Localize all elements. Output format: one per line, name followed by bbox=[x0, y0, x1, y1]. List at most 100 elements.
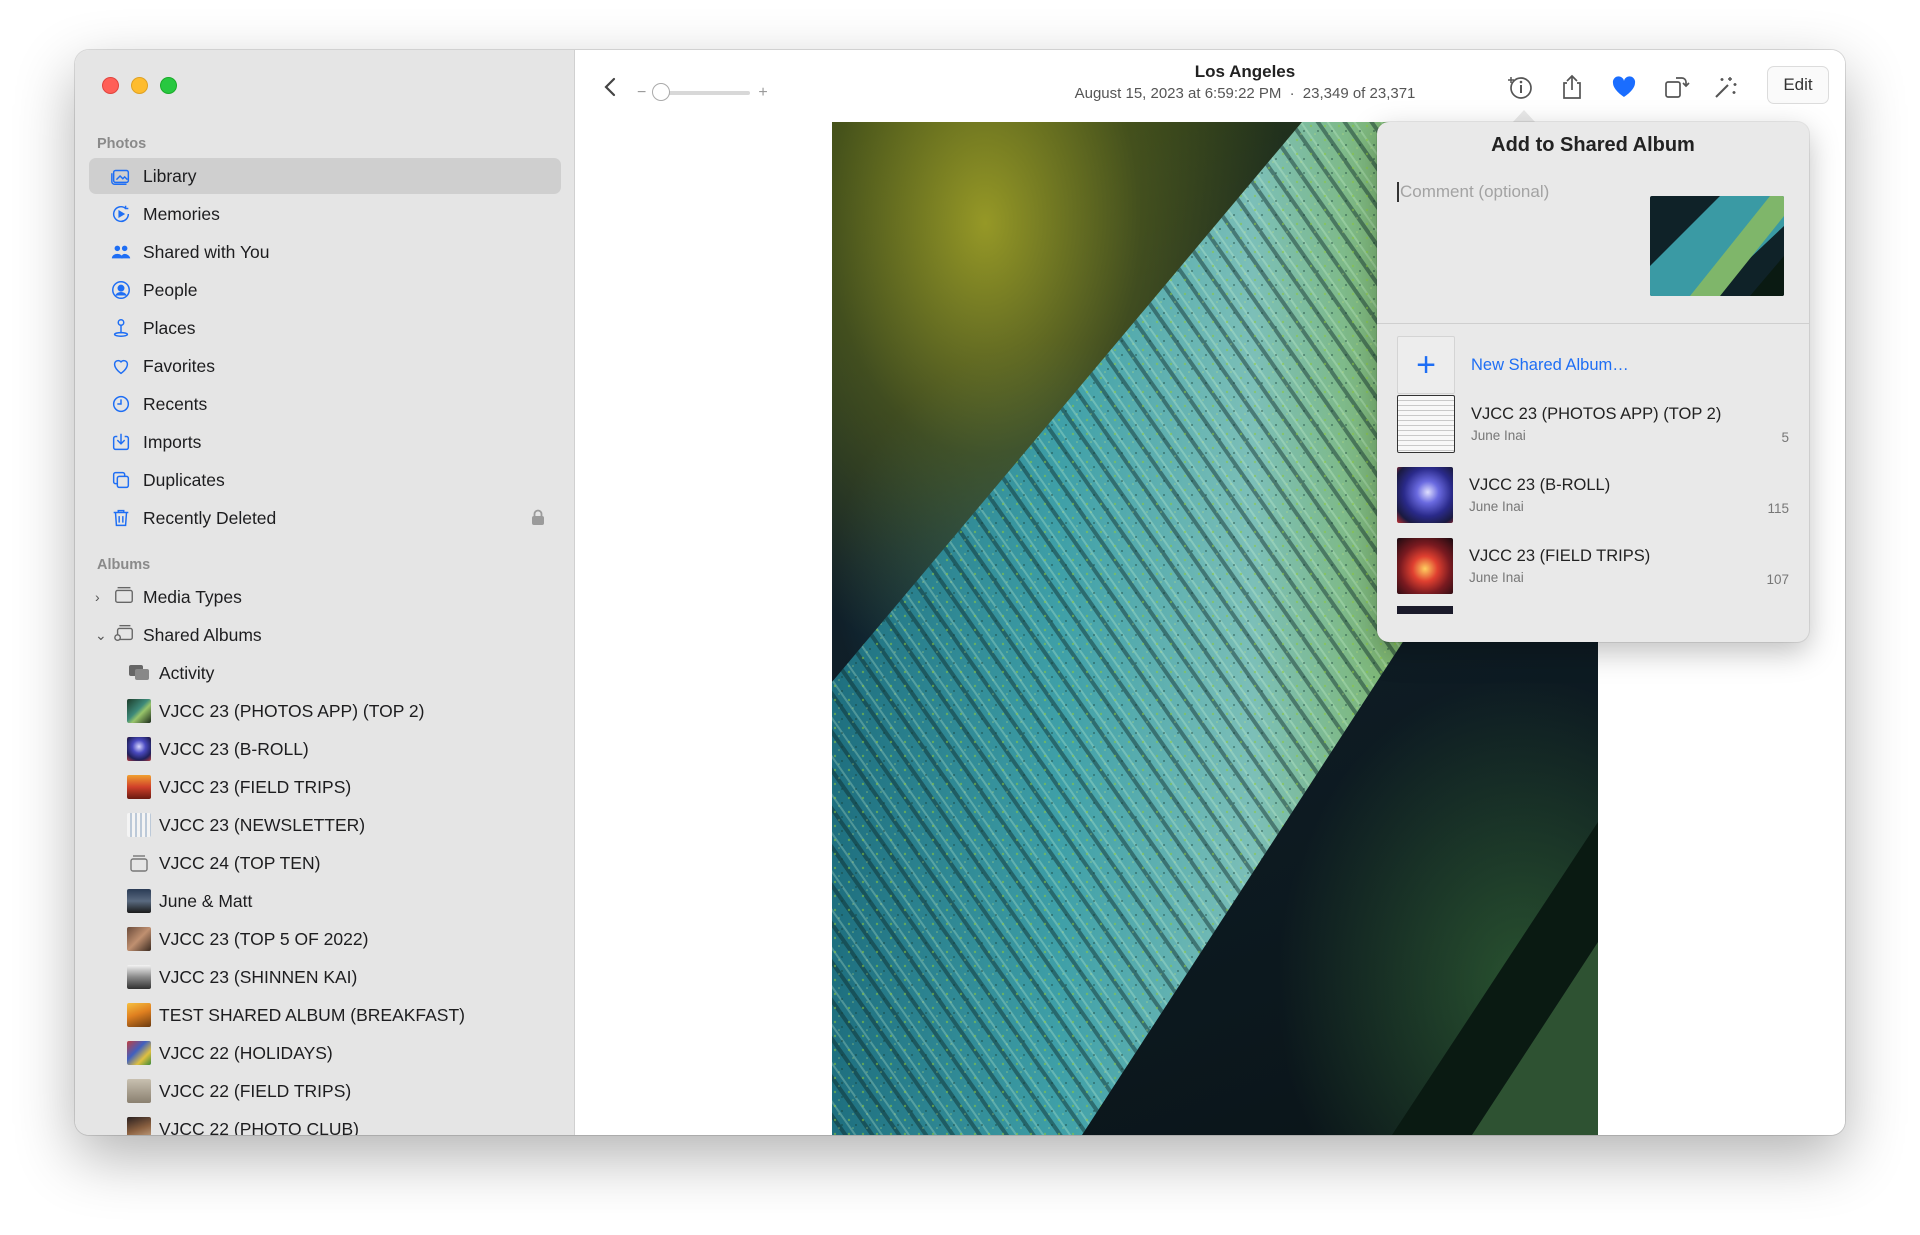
favorite-button[interactable] bbox=[1607, 70, 1641, 104]
minimize-window-button[interactable] bbox=[131, 77, 148, 94]
sidebar-item-media-types[interactable]: › Media Types bbox=[89, 580, 561, 614]
zoom-slider[interactable]: − + bbox=[637, 83, 768, 102]
sidebar-item-recently-deleted[interactable]: Recently Deleted bbox=[89, 500, 561, 536]
close-window-button[interactable] bbox=[102, 77, 119, 94]
window-controls bbox=[102, 77, 177, 94]
shared-with-you-icon bbox=[109, 240, 133, 264]
activity-icon bbox=[127, 661, 151, 685]
sidebar-item-library[interactable]: Library bbox=[89, 158, 561, 194]
album-owner: June Inai bbox=[1469, 499, 1524, 514]
heart-icon bbox=[109, 354, 133, 378]
new-shared-album-label: New Shared Album… bbox=[1471, 355, 1629, 374]
album-owner: June Inai bbox=[1471, 428, 1526, 443]
zoom-out-icon[interactable]: − bbox=[637, 84, 646, 102]
rotate-button[interactable] bbox=[1659, 70, 1693, 104]
new-shared-album-row[interactable]: + New Shared Album… bbox=[1397, 334, 1789, 396]
sidebar-item-label: Library bbox=[143, 165, 197, 186]
sidebar-album-item[interactable]: VJCC 24 (TOP TEN) bbox=[127, 846, 320, 880]
sidebar-album-item[interactable]: VJCC 22 (FIELD TRIPS) bbox=[127, 1074, 351, 1108]
album-label: VJCC 22 (HOLIDAYS) bbox=[159, 1042, 333, 1063]
lock-icon bbox=[531, 509, 545, 531]
trash-icon bbox=[109, 506, 133, 530]
shared-album-row[interactable]: VJCC 23 (B-ROLL) June Inai 115 bbox=[1397, 464, 1789, 526]
empty-album-icon bbox=[127, 851, 151, 875]
sidebar-item-recents[interactable]: Recents bbox=[89, 386, 561, 422]
duplicates-icon bbox=[109, 468, 133, 492]
photos-section-header: Photos bbox=[97, 136, 147, 152]
album-label: VJCC 23 (TOP 5 OF 2022) bbox=[159, 928, 369, 949]
album-label: Activity bbox=[159, 662, 215, 683]
edit-button[interactable]: Edit bbox=[1767, 66, 1829, 104]
sidebar-item-label: People bbox=[143, 279, 198, 300]
album-thumbnail bbox=[1397, 395, 1455, 453]
album-count: 5 bbox=[1781, 430, 1789, 445]
album-label: VJCC 23 (B-ROLL) bbox=[159, 738, 309, 759]
album-thumbnail bbox=[127, 1003, 151, 1027]
sidebar-album-item[interactable]: VJCC 23 (TOP 5 OF 2022) bbox=[127, 922, 368, 956]
albums-section-header: Albums bbox=[97, 557, 151, 573]
sidebar-item-shared-with-you[interactable]: Shared with You bbox=[89, 234, 561, 270]
sidebar-album-item[interactable]: June & Matt bbox=[127, 884, 252, 918]
sidebar-item-label: Imports bbox=[143, 431, 202, 452]
album-label: VJCC 22 (FIELD TRIPS) bbox=[159, 1080, 352, 1101]
memories-icon bbox=[109, 202, 133, 226]
zoom-track[interactable] bbox=[652, 83, 751, 101]
sidebar-item-people[interactable]: People bbox=[89, 272, 561, 308]
places-icon bbox=[109, 316, 133, 340]
album-name: VJCC 23 (PHOTOS APP) (TOP 2) bbox=[1471, 405, 1722, 423]
sidebar-album-item[interactable]: TEST SHARED ALBUM (BREAKFAST) bbox=[127, 998, 465, 1032]
sidebar-item-shared-albums[interactable]: ⌄ Shared Albums bbox=[89, 618, 561, 652]
rotate-icon bbox=[1665, 77, 1690, 98]
zoom-window-button[interactable] bbox=[160, 77, 177, 94]
album-thumbnail-partial bbox=[1397, 606, 1453, 614]
add-to-shared-album-popover: Add to Shared Album Comment (optional) +… bbox=[1377, 122, 1809, 642]
album-label: VJCC 23 (FIELD TRIPS) bbox=[159, 776, 352, 797]
info-button[interactable] bbox=[1503, 70, 1537, 104]
share-icon bbox=[1563, 74, 1581, 99]
sidebar-item-activity[interactable]: Activity bbox=[127, 656, 214, 690]
chevron-down-icon[interactable]: ⌄ bbox=[95, 627, 109, 644]
album-label: VJCC 23 (NEWSLETTER) bbox=[159, 814, 366, 835]
comment-input[interactable]: Comment (optional) bbox=[1397, 182, 1549, 202]
shared-album-row[interactable]: VJCC 23 (PHOTOS APP) (TOP 2) June Inai 5 bbox=[1397, 393, 1789, 455]
info-icon bbox=[1508, 77, 1532, 99]
enhance-button[interactable] bbox=[1709, 70, 1743, 104]
share-button[interactable] bbox=[1555, 70, 1589, 104]
sidebar-album-item[interactable]: VJCC 22 (PHOTO CLUB) bbox=[127, 1112, 359, 1135]
sidebar-item-label: Memories bbox=[143, 203, 220, 224]
shared-album-row[interactable]: VJCC 23 (FIELD TRIPS) June Inai 107 bbox=[1397, 535, 1789, 597]
zoom-in-icon[interactable]: + bbox=[758, 84, 767, 102]
sidebar-album-item[interactable]: VJCC 22 (HOLIDAYS) bbox=[127, 1036, 333, 1070]
album-name: VJCC 23 (FIELD TRIPS) bbox=[1469, 547, 1651, 565]
sidebar-item-favorites[interactable]: Favorites bbox=[89, 348, 561, 384]
selected-photo-preview bbox=[1650, 196, 1784, 296]
plus-icon: + bbox=[1397, 336, 1455, 394]
sidebar-item-imports[interactable]: Imports bbox=[89, 424, 561, 460]
photo-title: Los Angeles August 15, 2023 at 6:59:22 P… bbox=[1030, 62, 1460, 102]
sidebar-album-item[interactable]: VJCC 23 (NEWSLETTER) bbox=[127, 808, 365, 842]
chevron-right-icon[interactable]: › bbox=[95, 589, 109, 605]
photo-position: 23,349 of 23,371 bbox=[1302, 85, 1416, 102]
sidebar-item-memories[interactable]: Memories bbox=[89, 196, 561, 232]
sidebar-item-label: Shared with You bbox=[143, 241, 270, 262]
album-label: VJCC 24 (TOP TEN) bbox=[159, 852, 321, 873]
album-label: June & Matt bbox=[159, 890, 253, 911]
back-button[interactable] bbox=[593, 70, 627, 104]
sidebar-album-item[interactable]: VJCC 23 (PHOTOS APP) (TOP 2) bbox=[127, 694, 425, 728]
sidebar-album-item[interactable]: VJCC 23 (B-ROLL) bbox=[127, 732, 309, 766]
sidebar-album-item[interactable]: VJCC 23 (SHINNEN KAI) bbox=[127, 960, 357, 994]
people-icon bbox=[109, 278, 133, 302]
separator: · bbox=[1289, 85, 1295, 102]
popover-title: Add to Shared Album bbox=[1491, 134, 1695, 156]
photos-window: Photos Library Memories Shared with You … bbox=[75, 50, 1845, 1135]
sidebar-item-places[interactable]: Places bbox=[89, 310, 561, 346]
sidebar-item-duplicates[interactable]: Duplicates bbox=[89, 462, 561, 498]
zoom-knob[interactable] bbox=[652, 83, 671, 101]
sidebar-album-item[interactable]: VJCC 23 (FIELD TRIPS) bbox=[127, 770, 351, 804]
album-thumbnail bbox=[127, 699, 151, 723]
sidebar-item-label: Recently Deleted bbox=[143, 507, 277, 528]
chevron-left-icon bbox=[604, 77, 616, 97]
sidebar-item-label: Favorites bbox=[143, 355, 215, 376]
album-thumbnail bbox=[127, 1079, 151, 1103]
album-thumbnail bbox=[1397, 467, 1453, 523]
